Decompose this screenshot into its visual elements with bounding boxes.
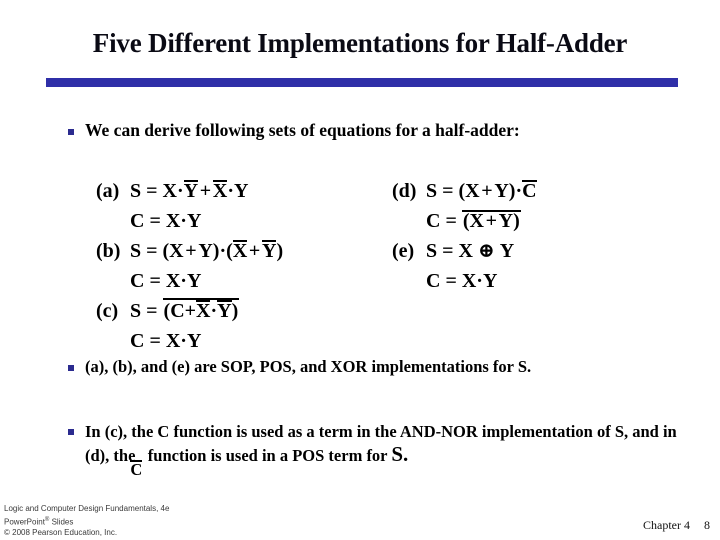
var-y-complement: Y	[183, 180, 199, 202]
var-x-complement: X	[212, 180, 228, 202]
square-bullet-icon	[68, 429, 74, 435]
var-c-complement: C	[522, 180, 537, 202]
equation-b-sum: (b) S = (X + Y)·(X + Y)	[96, 236, 283, 266]
bullet-sop-note: (a), (b), and (e) are SOP, POS, and XOR …	[68, 356, 588, 378]
footer-line-2: PowerPoint® Slides	[4, 515, 169, 528]
equation-c-complement-group: (C+X·Y)	[162, 298, 240, 322]
equation-b-carry: C = X·Y	[96, 266, 283, 296]
footer-line-1: Logic and Computer Design Fundamentals, …	[4, 504, 170, 513]
bullet-c-function-note-text: In (c), the C function is used as a term…	[85, 420, 688, 478]
and-operator: ·	[515, 180, 523, 202]
footer-chapter-page: Chapter 4 8	[643, 518, 710, 533]
open-paren: (	[226, 240, 233, 262]
equation-e-sum: (e) S = X ⊕ Y	[392, 236, 537, 266]
and-operator: ·	[227, 180, 234, 202]
equation-d-complement-group: (X + Y)	[461, 210, 521, 232]
var-y: Y	[233, 180, 249, 202]
equation-a-carry-text: C = X·Y	[130, 210, 202, 232]
equation-d-sum: (d) S = (X + Y)·C	[392, 176, 537, 206]
equation-a-carry: C = X·Y	[96, 206, 283, 236]
page-title: Five Different Implementations for Half-…	[92, 28, 628, 58]
note-tail-s: S.	[391, 442, 409, 466]
equation-e-carry-text: C = X·Y	[426, 270, 498, 292]
var-y-complement: Y	[262, 240, 277, 262]
bullet-intro: We can derive following sets of equation…	[68, 120, 588, 141]
var-y-complement: Y	[217, 300, 232, 322]
equation-label-c: (c)	[96, 300, 119, 322]
footer-page-number: 8	[704, 518, 710, 532]
equation-c-carry: C = X·Y	[96, 326, 283, 356]
note-part-two: function is used in a POS term for	[147, 446, 388, 465]
equation-a-lhs: S =	[130, 180, 163, 202]
equation-d-carry: C = (X + Y)	[392, 206, 537, 236]
title-divider	[46, 78, 678, 87]
equation-c-sum: (c) S = (C+X·Y)	[96, 296, 283, 326]
var-x: X	[162, 180, 177, 202]
bullet-sop-note-text: (a), (b), and (e) are SOP, POS, and XOR …	[85, 357, 532, 376]
equation-c-carry-text: C = X·Y	[130, 330, 202, 352]
var-c-complement: C	[130, 460, 143, 479]
equation-d-lhs: S = (X + Y)	[426, 180, 516, 202]
bullet-c-function-note: In (c), the C function is used as a term…	[68, 420, 688, 478]
equation-e-carry: C = X·Y	[392, 266, 537, 296]
equation-label-d: (d)	[392, 180, 417, 202]
equation-column-right: (d) S = (X + Y)·C C = (X + Y) (e) S = X ⊕ …	[392, 176, 537, 296]
close-paren: )	[276, 240, 284, 262]
square-bullet-icon	[68, 365, 74, 371]
equation-b-carry-text: C = X·Y	[130, 270, 202, 292]
footer-chapter-label: Chapter 4	[643, 518, 690, 532]
and-operator: ·	[210, 300, 218, 322]
equation-a-sum: (a) S = X·Y + X·Y	[96, 176, 283, 206]
footer-copyright: Logic and Computer Design Fundamentals, …	[4, 504, 169, 538]
footer-powerpoint-label: PowerPoint	[4, 517, 45, 527]
and-operator: ·	[176, 180, 184, 202]
equation-label-e: (e)	[392, 240, 415, 262]
bullet-intro-text: We can derive following sets of equation…	[85, 120, 520, 140]
equation-c-lhs: S =	[130, 300, 163, 322]
slide: Five Different Implementations for Half-…	[0, 0, 720, 540]
equation-label-b: (b)	[96, 240, 121, 262]
footer-line-3: © 2008 Pearson Education, Inc.	[4, 527, 118, 537]
or-operator: +	[247, 240, 263, 262]
var-x-complement: X	[232, 240, 248, 262]
equation-label-a: (a)	[96, 180, 120, 202]
equation-e-text: S = X ⊕ Y	[426, 240, 515, 262]
or-operator: +	[198, 180, 213, 202]
equation-d-carry-lhs: C =	[426, 210, 462, 232]
var-x-complement: X	[196, 300, 211, 322]
equation-b-lhs: S = (X + Y)	[130, 240, 220, 262]
equation-column-left: (a) S = X·Y + X·Y C = X·Y (b) S = (X + Y)·…	[96, 176, 283, 356]
footer-slides-label: Slides	[49, 517, 74, 527]
square-bullet-icon	[68, 129, 74, 135]
